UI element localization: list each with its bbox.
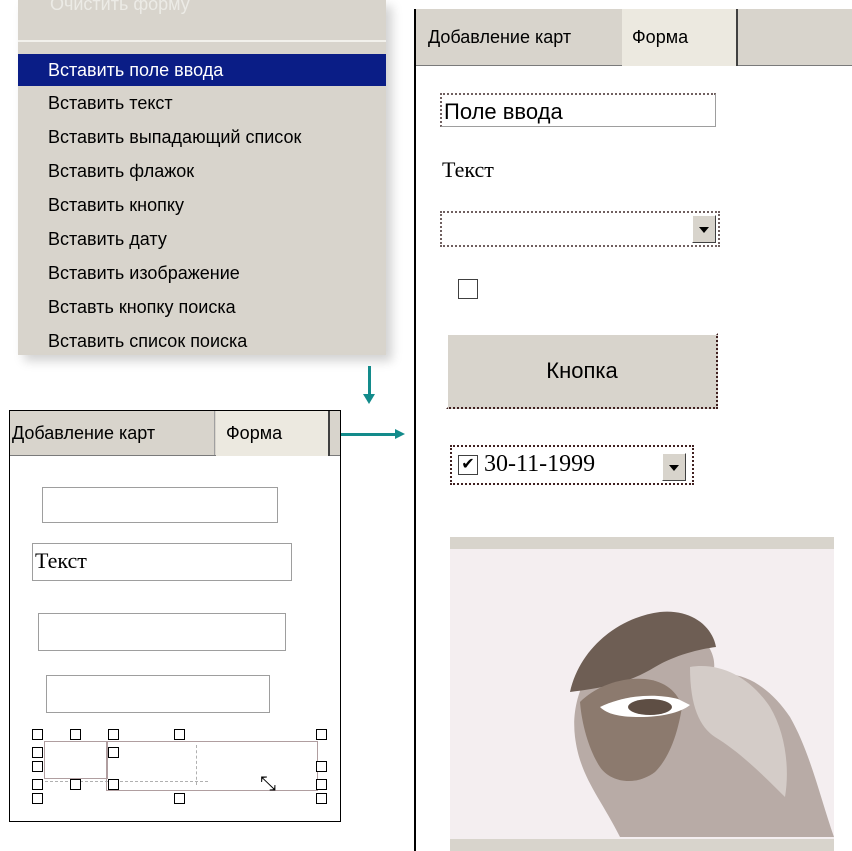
chevron-down-icon[interactable]: [662, 453, 686, 481]
resize-handle[interactable]: [316, 729, 327, 740]
resize-handle[interactable]: [70, 779, 81, 790]
form-image: [450, 537, 834, 851]
form-input-field[interactable]: Поле ввода: [440, 93, 716, 127]
arrow-down-line: [368, 366, 371, 396]
form-dropdown[interactable]: [440, 211, 720, 247]
resize-handle[interactable]: [108, 747, 119, 758]
menu-item-insert-date[interactable]: Вставить дату: [18, 222, 386, 256]
menu-item-clear-form[interactable]: Очистить форму: [50, 0, 190, 15]
designer-tabbar: Добавление карт Форма: [10, 411, 340, 456]
resize-cursor-icon: ⤡: [260, 773, 276, 795]
menu-item-insert-button[interactable]: Вставить кнопку: [18, 188, 386, 222]
resize-handle[interactable]: [32, 793, 43, 804]
form-tabbar: Добавление карт Форма: [416, 9, 852, 66]
designer-resize-guide-v: [196, 745, 197, 785]
date-checkbox[interactable]: ✔: [458, 455, 478, 475]
date-value: 30-11-1999: [484, 451, 596, 477]
menu-list: Вставить поле ввода Вставить текст Встав…: [18, 54, 386, 358]
designer-checkbox-placeholder[interactable]: [46, 675, 270, 713]
designer-panel: Добавление карт Форма Текст ⤡: [9, 410, 341, 822]
designer-input-placeholder[interactable]: [42, 487, 278, 523]
designer-item-selected[interactable]: [44, 741, 108, 779]
resize-handle[interactable]: [32, 761, 43, 772]
resize-handle[interactable]: [32, 729, 43, 740]
menu-item-insert-search-button[interactable]: Вставть кнопку поиска: [18, 290, 386, 324]
tab-add-cards[interactable]: Добавление карт: [418, 9, 631, 65]
menu-separator: [18, 40, 386, 42]
resize-handle[interactable]: [316, 779, 327, 790]
menu-item-insert-search-list[interactable]: Вставить список поиска: [18, 324, 386, 358]
context-menu: Очистить форму Вставить поле ввода Встав…: [18, 0, 386, 355]
resize-handle[interactable]: [32, 779, 43, 790]
form-button[interactable]: Кнопка: [446, 333, 718, 409]
designer-resize-guide: [40, 781, 208, 788]
menu-item-insert-input[interactable]: Вставить поле ввода: [18, 54, 386, 86]
form-text-label: Текст: [442, 157, 494, 182]
arrow-right-line: [340, 433, 396, 436]
menu-item-insert-checkbox[interactable]: Вставить флажок: [18, 154, 386, 188]
menu-item-insert-image[interactable]: Вставить изображение: [18, 256, 386, 290]
menu-item-insert-text[interactable]: Вставить текст: [18, 86, 386, 120]
resize-handle[interactable]: [108, 779, 119, 790]
resize-handle[interactable]: [174, 793, 185, 804]
resize-handle[interactable]: [316, 793, 327, 804]
tab-form[interactable]: Форма: [622, 9, 738, 66]
form-panel: Добавление карт Форма Поле ввода Текст К…: [414, 9, 852, 851]
designer-text-placeholder[interactable]: Текст: [32, 543, 292, 581]
form-date-picker[interactable]: ✔ 30-11-1999: [450, 445, 694, 485]
portrait-photo: [450, 537, 834, 851]
resize-handle[interactable]: [174, 729, 185, 740]
designer-text-label: Текст: [35, 548, 87, 573]
resize-handle[interactable]: [70, 729, 81, 740]
designer-dropdown-placeholder[interactable]: [38, 613, 286, 651]
chevron-down-icon[interactable]: [692, 215, 716, 243]
resize-handle[interactable]: [316, 761, 327, 772]
resize-handle[interactable]: [32, 747, 43, 758]
form-checkbox[interactable]: [458, 279, 478, 299]
arrow-down-icon: [363, 394, 375, 404]
menu-item-insert-dropdown[interactable]: Вставить выпадающий список: [18, 120, 386, 154]
arrow-right-icon: [395, 429, 405, 439]
tab-add-cards[interactable]: Добавление карт: [10, 411, 215, 455]
tab-form[interactable]: Форма: [216, 411, 330, 456]
resize-handle[interactable]: [108, 729, 119, 740]
